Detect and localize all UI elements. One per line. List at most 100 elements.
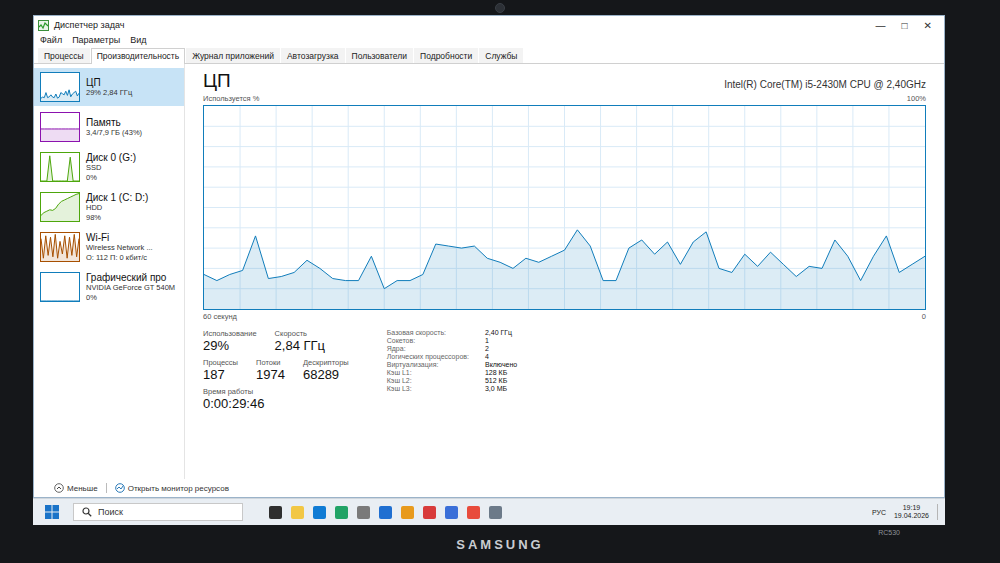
fewer-details-button[interactable]: Меньше — [54, 483, 98, 493]
y-max-label: 100% — [907, 94, 926, 103]
stat: Скорость2,84 ГГц — [275, 329, 325, 353]
mini-graph — [40, 112, 80, 142]
spec-value: 4 — [485, 353, 517, 360]
resource-monitor-icon — [115, 483, 125, 493]
spec-label: Базовая скорость: — [387, 329, 469, 336]
resource-item[interactable]: ЦП29% 2,84 ГГц — [34, 68, 184, 106]
app-icon[interactable] — [313, 506, 326, 519]
menu-item[interactable]: Параметры — [72, 35, 120, 45]
resource-text: ЦП29% 2,84 ГГц — [86, 77, 132, 97]
resource-text: Диск 1 (C: D:)HDD98% — [86, 192, 148, 222]
tab-label: Автозагрузка — [287, 51, 339, 61]
mini-graph-line — [41, 113, 79, 141]
stat: Дескрипторы68289 — [303, 358, 349, 382]
resource-item[interactable]: Диск 1 (C: D:)HDD98% — [34, 188, 184, 226]
resource-text: Диск 0 (G:)SSD0% — [86, 152, 136, 182]
spec-label: Кэш L1: — [387, 369, 469, 376]
app-icon[interactable] — [269, 506, 282, 519]
tab-bar: Процессы Производительность Журнал приложе… — [34, 46, 944, 64]
stat-label: Использование — [203, 329, 257, 338]
tab[interactable]: Службы — [479, 48, 523, 63]
tab-label: Производительность — [97, 51, 180, 61]
stat-value: 2,84 ГГц — [275, 338, 325, 353]
menu-item[interactable]: Файл — [40, 35, 62, 45]
mini-graph — [40, 152, 80, 182]
cpu-chart — [204, 106, 925, 309]
resource-monitor-link[interactable]: Открыть монитор ресурсов — [115, 483, 229, 493]
cpu-specs: Базовая скорость:2,40 ГГцСокетов:1Ядра:2… — [387, 329, 518, 411]
resource-text: Wi-FiWireless Network ...О: 112 П: 0 кби… — [86, 232, 153, 262]
resource-name: Память — [86, 117, 142, 128]
tab[interactable]: Производительность — [91, 48, 186, 64]
clock[interactable]: 19:1919.04.2026 — [894, 504, 929, 521]
stat-value: 29% — [203, 338, 257, 353]
tab[interactable]: Журнал приложений — [186, 48, 280, 63]
app-icon[interactable] — [423, 506, 436, 519]
chart-frame — [203, 105, 926, 310]
start-button[interactable] — [37, 505, 67, 519]
clock-time: 19:19 — [903, 504, 921, 512]
chevron-up-icon — [54, 483, 64, 493]
resource-item[interactable]: Wi-FiWireless Network ...О: 112 П: 0 кби… — [34, 228, 184, 266]
mini-graph — [40, 192, 80, 222]
app-icon[interactable] — [467, 506, 480, 519]
stat-value: 0:00:29:46 — [203, 396, 264, 411]
mini-graph-line — [41, 233, 79, 261]
windows-start-icon[interactable] — [45, 505, 59, 519]
menu-bar: Файл Параметры Вид — [34, 34, 944, 46]
task-manager-icon — [38, 20, 49, 31]
minimize-button[interactable]: — — [876, 20, 886, 31]
taskbar: Поиск РУС 19:1919.04.2026 — [33, 498, 945, 525]
taskbar-search[interactable]: Поиск — [73, 503, 243, 521]
title-bar: Диспетчер задач—□✕ — [34, 16, 944, 34]
stat-label: Потоки — [256, 358, 285, 367]
tab[interactable]: Процессы — [38, 48, 90, 63]
menu-item[interactable]: Вид — [130, 35, 146, 45]
language-indicator[interactable]: РУС — [872, 509, 886, 516]
spec-value: Включено — [485, 361, 517, 368]
app-icon[interactable] — [335, 506, 348, 519]
resource-detail: 0% — [86, 173, 136, 182]
app-icon[interactable] — [379, 506, 392, 519]
tab[interactable]: Автозагрузка — [281, 48, 345, 63]
close-button[interactable]: ✕ — [924, 20, 932, 31]
stat: Время работы0:00:29:46 — [203, 387, 264, 411]
clock-date: 19.04.2026 — [894, 512, 929, 520]
resource-detail: HDD — [86, 203, 148, 212]
app-icon[interactable] — [445, 506, 458, 519]
resource-detail: NVIDIA GeForce GT 540M — [86, 283, 175, 292]
resource-item[interactable]: Память3,4/7,9 ГБ (43%) — [34, 108, 184, 146]
stat-row: Время работы0:00:29:46 — [203, 387, 349, 411]
tab-label: Пользователи — [352, 51, 407, 61]
tab-label: Журнал приложений — [192, 51, 274, 61]
stat: Процессы187 — [203, 358, 238, 382]
resource-name: ЦП — [86, 77, 132, 88]
separator — [106, 483, 107, 493]
stat-label: Скорость — [275, 329, 325, 338]
cpu-header: ЦПIntel(R) Core(TM) i5-2430M CPU @ 2,40G… — [203, 70, 926, 92]
resource-item[interactable]: Диск 0 (G:)SSD0% — [34, 148, 184, 186]
stat: Использование29% — [203, 329, 257, 353]
resource-detail: 98% — [86, 213, 148, 222]
resource-item[interactable]: Графический проNVIDIA GeForce GT 540M0% — [34, 268, 184, 306]
usage-series — [204, 230, 925, 309]
show-desktop-button[interactable] — [937, 504, 941, 520]
tab[interactable]: Подробности — [414, 48, 478, 63]
tab[interactable]: Пользователи — [346, 48, 413, 63]
stat-value: 1974 — [256, 367, 285, 382]
maximize-button[interactable]: □ — [902, 20, 908, 31]
camera-icon — [495, 3, 505, 13]
app-icon[interactable] — [291, 506, 304, 519]
spec-label: Ядра: — [387, 345, 469, 352]
panel-title: ЦП — [203, 70, 231, 92]
resource-detail: 29% 2,84 ГГц — [86, 88, 132, 97]
mini-graph-line — [41, 273, 79, 301]
resource-detail: 0% — [86, 293, 175, 302]
app-icon[interactable] — [401, 506, 414, 519]
cpu-details: ЦПIntel(R) Core(TM) i5-2430M CPU @ 2,40G… — [185, 64, 944, 479]
bezel-top — [0, 0, 1000, 15]
app-icon[interactable] — [489, 506, 502, 519]
spec-value: 512 КБ — [485, 377, 517, 384]
resource-name: Wi-Fi — [86, 232, 153, 243]
app-icon[interactable] — [357, 506, 370, 519]
